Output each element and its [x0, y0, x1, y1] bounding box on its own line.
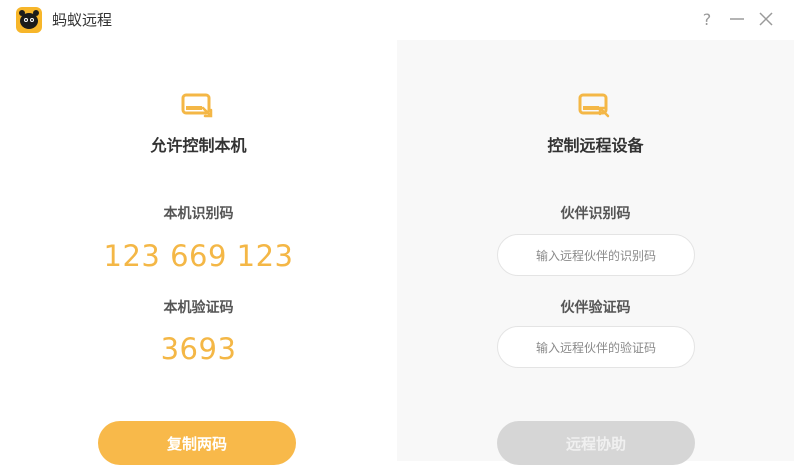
help-icon: ?	[702, 9, 712, 29]
app-logo-icon	[16, 7, 42, 33]
local-id-label: 本机识别码	[163, 206, 234, 222]
title-bar: 蚂蚁远程 ?	[0, 0, 794, 40]
remote-control-title: 控制远程设备	[547, 136, 644, 155]
screen-share-icon	[181, 93, 213, 118]
minimize-button[interactable]	[726, 8, 748, 30]
allow-control-panel: 允许控制本机 本机识别码 123 669 123 本机验证码 3693 复制两码	[0, 40, 397, 465]
remote-control-icon	[578, 93, 610, 118]
remote-control-panel: 控制远程设备 伙伴识别码 输入远程伙伴的识别码 伙伴验证码 输入远程伙伴的验证码…	[397, 40, 794, 465]
close-icon	[759, 12, 773, 26]
local-id-value: 123 669 123	[103, 239, 294, 273]
copy-codes-button[interactable]: 复制两码	[98, 421, 296, 465]
partner-id-input[interactable]: 输入远程伙伴的识别码	[497, 234, 695, 276]
local-code-label: 本机验证码	[163, 300, 234, 316]
partner-code-label: 伙伴验证码	[560, 300, 631, 316]
minimize-icon	[730, 18, 744, 20]
help-button[interactable]: ?	[696, 8, 718, 30]
partner-id-label: 伙伴识别码	[560, 206, 631, 222]
local-code-value: 3693	[160, 332, 237, 366]
app-title: 蚂蚁远程	[52, 11, 113, 29]
allow-control-title: 允许控制本机	[150, 136, 247, 155]
remote-assist-button[interactable]: 远程协助	[497, 421, 695, 465]
partner-code-input[interactable]: 输入远程伙伴的验证码	[497, 326, 695, 368]
close-button[interactable]	[755, 8, 777, 30]
